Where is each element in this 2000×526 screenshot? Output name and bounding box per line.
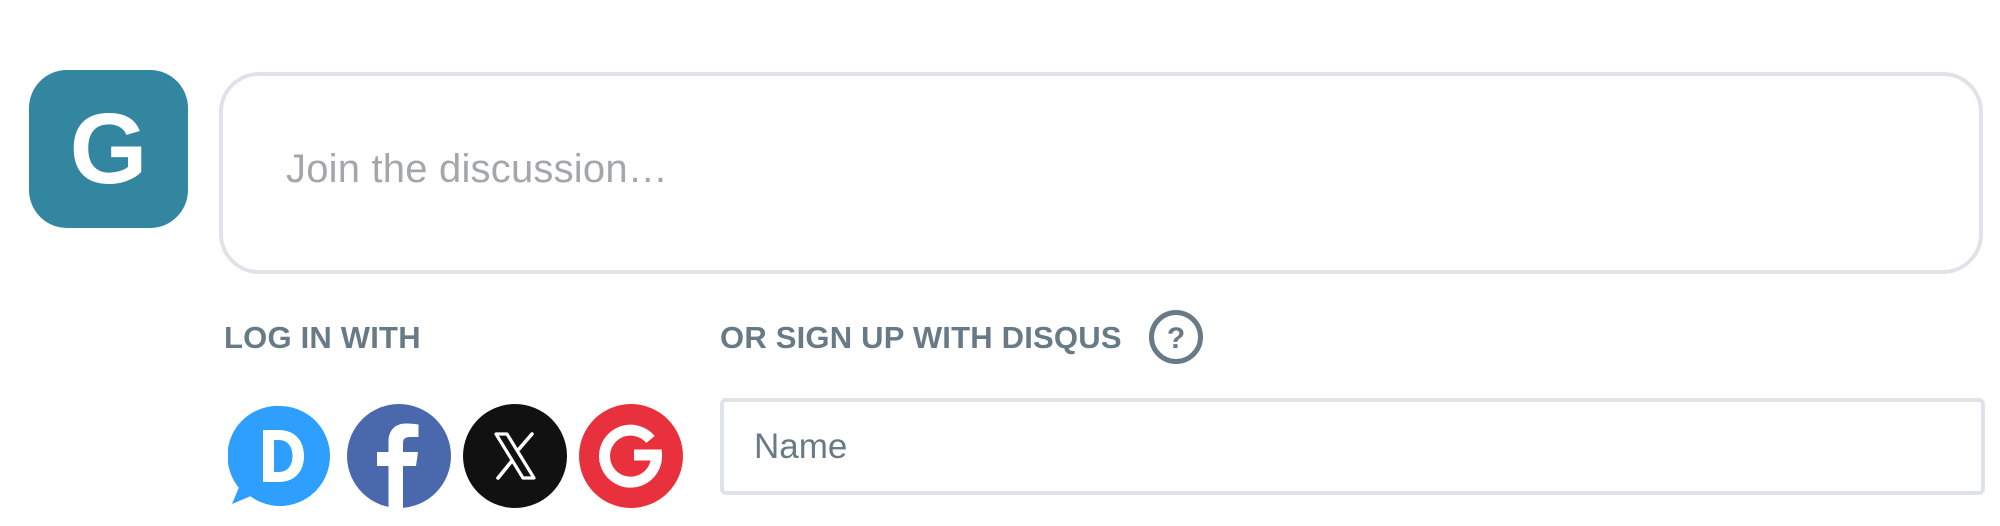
question-mark-icon[interactable]: ? bbox=[1148, 309, 1204, 365]
signup-label: OR SIGN UP WITH DISQUS bbox=[720, 320, 1122, 355]
facebook-icon[interactable] bbox=[347, 404, 451, 508]
name-field[interactable] bbox=[720, 398, 1985, 495]
login-label: LOG IN WITH bbox=[224, 320, 421, 355]
user-avatar[interactable]: G bbox=[29, 70, 188, 228]
name-input[interactable] bbox=[754, 402, 1981, 491]
x-icon[interactable] bbox=[463, 404, 567, 508]
comment-placeholder: Join the discussion… bbox=[286, 146, 668, 191]
disqus-icon[interactable] bbox=[228, 404, 332, 508]
google-icon[interactable] bbox=[579, 404, 683, 508]
comment-form: G Join the discussion… LOG IN WITH OR SI… bbox=[0, 0, 2000, 526]
help-glyph: ? bbox=[1167, 322, 1185, 355]
avatar-initial: G bbox=[69, 93, 148, 205]
comment-textarea[interactable]: Join the discussion… bbox=[219, 72, 1983, 274]
